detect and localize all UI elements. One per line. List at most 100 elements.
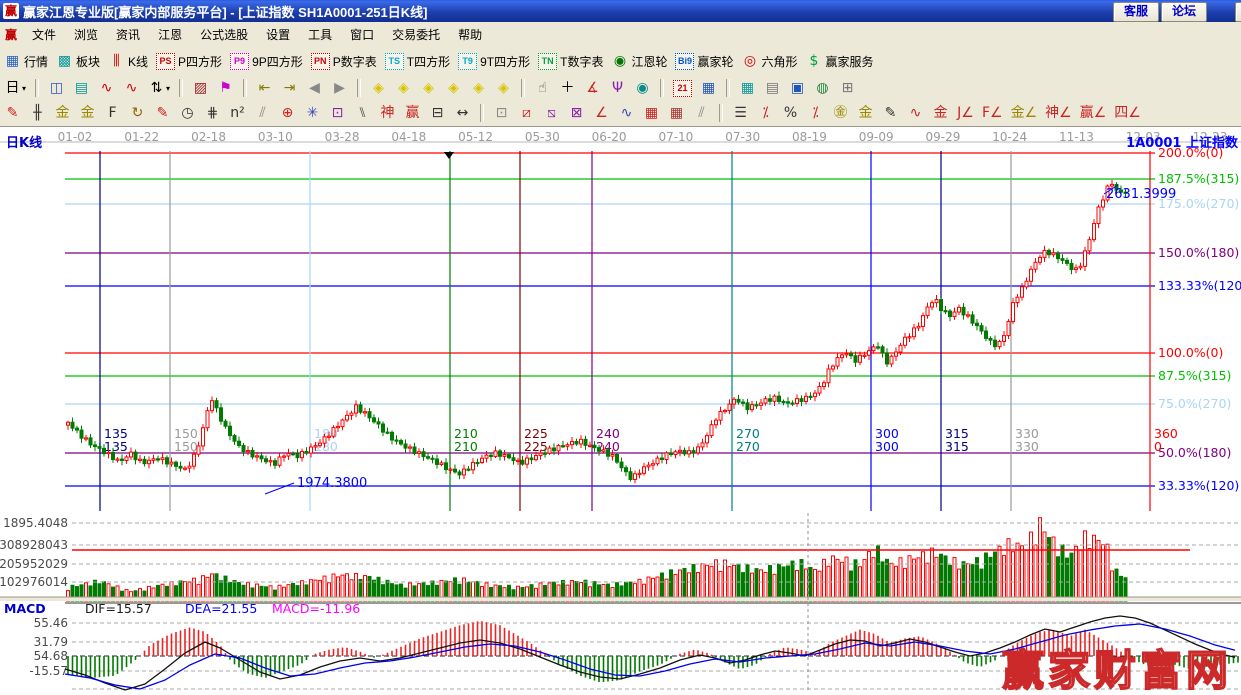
red-grid2-tool[interactable]: ▦ xyxy=(668,105,685,122)
menu-item-设置[interactable]: 设置 xyxy=(257,26,299,43)
diamond-expand-button[interactable]: ◈ xyxy=(420,80,437,97)
mirror-angle-tool[interactable]: ⫽ xyxy=(254,105,271,122)
winner-service-button[interactable]: $赢家服务 xyxy=(806,53,874,70)
ruler-123-tool[interactable]: ⊟ xyxy=(429,105,446,122)
tick-lines-tool[interactable]: ⋕ xyxy=(204,105,221,122)
diamond-left-button[interactable]: ◈ xyxy=(370,80,387,97)
spiral-tool[interactable]: ↻ xyxy=(129,105,146,122)
draw-pencil-tool[interactable]: ✎ xyxy=(4,105,21,122)
calendar-tool[interactable]: 21 xyxy=(673,80,692,97)
print-button[interactable]: ⊞ xyxy=(839,80,856,97)
candle-style-dropdown[interactable]: ⇅▾ xyxy=(148,80,170,97)
diamond-shrink-button[interactable]: ◈ xyxy=(445,80,462,97)
diamond-zoomin-button[interactable]: ◈ xyxy=(470,80,487,97)
target-cross-tool[interactable]: ⊕ xyxy=(279,105,296,122)
wave-line-tool[interactable]: ∿ xyxy=(618,105,635,122)
menu-item-公式选股[interactable]: 公式选股 xyxy=(191,26,257,43)
9p-square-button[interactable]: P99P四方形 xyxy=(230,53,303,70)
web-button[interactable]: ◍ xyxy=(814,80,831,97)
gold-angle-tool[interactable]: 金 xyxy=(932,105,949,122)
partial-button[interactable] xyxy=(1235,2,1241,22)
t-square-button[interactable]: TST四方形 xyxy=(385,53,450,70)
ying-tool[interactable]: 赢 xyxy=(404,105,421,122)
winner-wheel-button[interactable]: Bi9赢家轮 xyxy=(675,53,733,70)
color-flag-tool[interactable]: ⚑ xyxy=(217,80,234,97)
info-clipboard-tool[interactable]: ▤ xyxy=(73,80,90,97)
kline-button[interactable]: ⫼K线 xyxy=(108,53,148,70)
n-square-tool[interactable]: n² xyxy=(229,105,246,122)
gold-line-tool-1[interactable]: 金 xyxy=(54,105,71,122)
fan-box-tool[interactable]: ⧅ xyxy=(543,105,560,122)
forum-button[interactable]: 论坛 xyxy=(1161,2,1207,22)
p-number-table-button[interactable]: PNP数字表 xyxy=(311,53,377,70)
p-square-button[interactable]: PSP四方形 xyxy=(156,53,222,70)
fibonacci-tool[interactable]: F xyxy=(104,105,121,122)
customer-service-button[interactable]: 客服 xyxy=(1113,2,1159,22)
circled-gold-tool[interactable]: ㊎ xyxy=(832,105,849,122)
chart-area[interactable]: 01-0201-2202-1803-1003-2804-1805-1205-30… xyxy=(0,126,1241,692)
grid-lines-tool[interactable]: ╫ xyxy=(29,105,46,122)
menu-item-交易委托[interactable]: 交易委托 xyxy=(383,26,449,43)
9t-square-button[interactable]: T99T四方形 xyxy=(458,53,530,70)
menu-item-窗口[interactable]: 窗口 xyxy=(341,26,383,43)
menu-item-工具[interactable]: 工具 xyxy=(299,26,341,43)
wave9-tool[interactable]: ∿ xyxy=(123,80,140,97)
angle-J-tool[interactable]: J∠ xyxy=(957,105,974,122)
sectors-button[interactable]: ▩板块 xyxy=(56,53,100,70)
prev-button[interactable]: ◀ xyxy=(306,80,323,97)
ink-pen-tool[interactable]: ✎ xyxy=(882,105,899,122)
kline-chart-canvas[interactable]: 01-0201-2202-1803-1003-2804-1805-1205-30… xyxy=(0,127,1241,692)
angle-si-tool[interactable]: 四∠ xyxy=(1114,105,1141,122)
star-burst-tool[interactable]: ✳ xyxy=(304,105,321,122)
red-grid-tool[interactable]: ▦ xyxy=(643,105,660,122)
shen-tool[interactable]: 神 xyxy=(379,105,396,122)
quotes-button[interactable]: ▦行情 xyxy=(4,53,48,70)
angle-measure-tool[interactable]: ∡ xyxy=(584,80,601,97)
menu-item-帮助[interactable]: 帮助 xyxy=(449,26,491,43)
menu-item-浏览[interactable]: 浏览 xyxy=(65,26,107,43)
select-box-tool[interactable]: ⊡ xyxy=(493,105,510,122)
angle-shen-tool[interactable]: 神∠ xyxy=(1045,105,1072,122)
gold-line-tool-2[interactable]: 金 xyxy=(79,105,96,122)
last-bar-button[interactable]: ⇥ xyxy=(281,80,298,97)
data-grid-button[interactable]: ▦ xyxy=(739,80,756,97)
save-button[interactable]: ▣ xyxy=(789,80,806,97)
angle-ying-tool[interactable]: 赢∠ xyxy=(1080,105,1107,122)
angle-F-tool[interactable]: F∠ xyxy=(982,105,1003,122)
angle-line-tool[interactable]: ∠ xyxy=(593,105,610,122)
wave-channel-tool[interactable]: ∿ xyxy=(907,105,924,122)
selected-region-tool[interactable]: ◉ xyxy=(634,80,651,97)
gann-wheel-button[interactable]: ◉江恩轮 xyxy=(611,53,667,70)
menu-item-资讯[interactable]: 资讯 xyxy=(107,26,149,43)
box-lines-tool[interactable]: ⊠ xyxy=(568,105,585,122)
menu-item-文件[interactable]: 文件 xyxy=(23,26,65,43)
menu-item-江恩[interactable]: 江恩 xyxy=(149,26,191,43)
t-number-table-button[interactable]: TNT数字表 xyxy=(538,53,603,70)
next-button[interactable]: ▶ xyxy=(331,80,348,97)
percent-line-tool[interactable]: ⁒ xyxy=(757,105,774,122)
percent-tool[interactable]: % xyxy=(782,105,799,122)
diamond-right-button[interactable]: ◈ xyxy=(395,80,412,97)
period-day-dropdown[interactable]: 日▾ xyxy=(4,80,26,97)
hand-pan-tool[interactable]: ☝ xyxy=(534,80,551,97)
bar-pair-tool[interactable]: ⑊ xyxy=(354,105,371,122)
calculator-tool[interactable]: ▦ xyxy=(700,80,717,97)
slash-lines-tool[interactable]: ⫽ xyxy=(693,105,710,122)
scale-list-tool[interactable]: ☰ xyxy=(732,105,749,122)
percent-under-tool[interactable]: ⁒ xyxy=(807,105,824,122)
crosshair-tool[interactable]: ＋ xyxy=(559,80,576,97)
grid-box-tool[interactable]: ⊡ xyxy=(329,105,346,122)
marker-pen-tool[interactable]: ✎ xyxy=(154,105,171,122)
gold-under-tool[interactable]: 金 xyxy=(857,105,874,122)
gann-fan-tool[interactable]: ⧄ xyxy=(518,105,535,122)
pattern-box-tool[interactable]: ▨ xyxy=(192,80,209,97)
diamond-zoomout-button[interactable]: ◈ xyxy=(495,80,512,97)
first-bar-button[interactable]: ⇤ xyxy=(256,80,273,97)
angle-gold-tool[interactable]: 金∠ xyxy=(1011,105,1038,122)
wave3-tool[interactable]: ∿ xyxy=(98,80,115,97)
report-doc-button[interactable]: ▤ xyxy=(764,80,781,97)
hexagon-button[interactable]: ◎六角形 xyxy=(742,53,798,70)
window-mask-tool[interactable]: ◫ xyxy=(48,80,65,97)
time-circle-tool[interactable]: ◷ xyxy=(179,105,196,122)
trident-tool[interactable]: Ψ xyxy=(609,80,626,97)
